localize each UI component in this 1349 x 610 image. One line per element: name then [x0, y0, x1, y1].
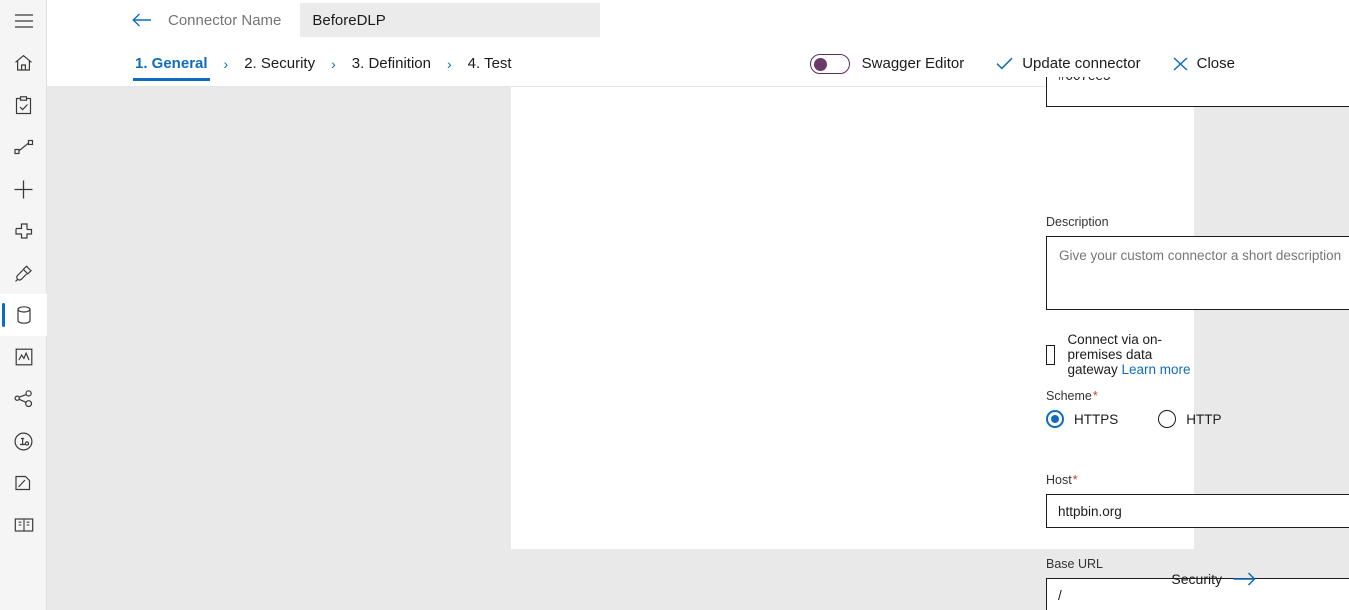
update-connector-button[interactable]: Update connector	[996, 55, 1141, 72]
scheme-required-marker: *	[1092, 389, 1098, 403]
scheme-radio-group: HTTPS HTTP	[1046, 410, 1222, 428]
ai-circle-icon	[14, 432, 33, 451]
connector-name-input[interactable]	[300, 3, 601, 37]
radio-http[interactable]	[1158, 410, 1177, 428]
scheme-field-group: Scheme* HTTPS HTTP	[1046, 389, 1222, 428]
database-icon	[16, 306, 32, 324]
close-x-icon	[1173, 56, 1188, 71]
tab-general[interactable]: 1. General	[133, 40, 210, 87]
base-url-label: Base URL	[1046, 557, 1103, 571]
tab-definition[interactable]: 3. Definition	[350, 40, 433, 87]
clipboard-check-icon	[15, 95, 32, 115]
close-label: Close	[1196, 55, 1235, 72]
sidebar-item-learn-book[interactable]	[0, 504, 47, 546]
tab-chevron-icon-1: ›	[223, 55, 229, 72]
toggle-track[interactable]	[809, 53, 850, 74]
scheme-label: Scheme*	[1046, 389, 1222, 403]
host-field-group: Host*	[1046, 473, 1349, 528]
sidebar-item-menu[interactable]	[0, 0, 47, 42]
arrow-right-icon	[1233, 572, 1256, 586]
gateway-checkbox-row: Connect via on-premises data gateway Lea…	[1046, 332, 1194, 377]
description-textarea[interactable]: Give your custom connector a short descr…	[1046, 236, 1349, 310]
next-step-label: Security	[1171, 571, 1222, 587]
sidebar-item-create[interactable]	[0, 126, 47, 168]
radio-https[interactable]	[1046, 410, 1064, 428]
back-arrow-icon[interactable]	[131, 9, 153, 31]
radio-http-label: HTTP	[1186, 411, 1222, 427]
sidebar-item-connectors[interactable]	[0, 294, 47, 336]
tab-chevron-icon-2: ›	[331, 55, 336, 72]
page-header: Connector Name	[47, 0, 1349, 40]
app-root: Connector Name 1. General › 2. Security …	[0, 0, 1349, 610]
swagger-editor-toggle[interactable]: Swagger Editor	[809, 53, 965, 74]
sidebar-item-data[interactable]	[0, 462, 47, 504]
radio-https-label: HTTPS	[1074, 411, 1119, 427]
tab-security[interactable]: 2. Security	[242, 40, 317, 87]
connector-name-label: Connector Name	[168, 11, 282, 29]
share-nodes-icon	[14, 390, 34, 408]
learn-more-link[interactable]: Learn more	[1122, 362, 1191, 377]
sidebar-item-share[interactable]	[0, 378, 47, 420]
toggle-knob	[813, 57, 827, 71]
sidebar-item-add[interactable]	[0, 168, 47, 210]
update-connector-label: Update connector	[1022, 55, 1141, 72]
scheme-option-http[interactable]: HTTP	[1158, 410, 1222, 428]
description-label: Description	[1046, 215, 1109, 229]
left-navigation-rail	[0, 0, 47, 610]
apps-icon	[14, 222, 34, 240]
host-label-text: Host	[1046, 473, 1072, 487]
line-chart-icon	[13, 139, 34, 155]
home-icon	[14, 54, 33, 72]
host-required-marker: *	[1072, 473, 1078, 487]
description-field-group: Description Give your custom connector a…	[1046, 215, 1349, 310]
hamburger-menu-icon	[14, 14, 33, 28]
sidebar-item-apps[interactable]	[0, 210, 47, 252]
host-input[interactable]	[1046, 494, 1349, 528]
gateway-label: Connect via on-premises data gateway Lea…	[1067, 332, 1194, 377]
icon-color-value: #007ee5	[1058, 77, 1111, 83]
next-step-security-link[interactable]: Security	[1171, 571, 1256, 587]
gateway-checkbox[interactable]	[1046, 344, 1056, 365]
chart-frame-icon	[15, 348, 33, 366]
icon-color-field-clipped[interactable]: #007ee5	[1046, 77, 1349, 107]
sidebar-item-flows[interactable]	[0, 252, 47, 294]
checkmark-icon	[996, 57, 1013, 70]
tab-chevron-icon-3: ›	[446, 55, 452, 72]
scheme-option-https[interactable]: HTTPS	[1046, 410, 1118, 428]
sidebar-item-home[interactable]	[0, 42, 47, 84]
description-placeholder: Give your custom connector a short descr…	[1059, 248, 1342, 263]
plus-icon	[14, 180, 33, 199]
plug-connector-icon	[14, 264, 34, 283]
scheme-label-text: Scheme	[1046, 389, 1092, 403]
swagger-editor-label: Swagger Editor	[861, 55, 965, 72]
tab-test[interactable]: 4. Test	[466, 40, 514, 87]
host-label: Host*	[1046, 473, 1349, 487]
data-folder-icon	[14, 474, 33, 492]
general-form-card: #007ee5 Description Give your custom con…	[511, 77, 1349, 610]
sidebar-item-ai-builder[interactable]	[0, 420, 47, 462]
wizard-tabs: 1. General › 2. Security › 3. Definition…	[133, 40, 514, 87]
sidebar-item-learn[interactable]	[0, 84, 47, 126]
book-icon	[14, 517, 34, 533]
close-button[interactable]: Close	[1173, 55, 1235, 72]
sidebar-item-analytics[interactable]	[0, 336, 47, 378]
